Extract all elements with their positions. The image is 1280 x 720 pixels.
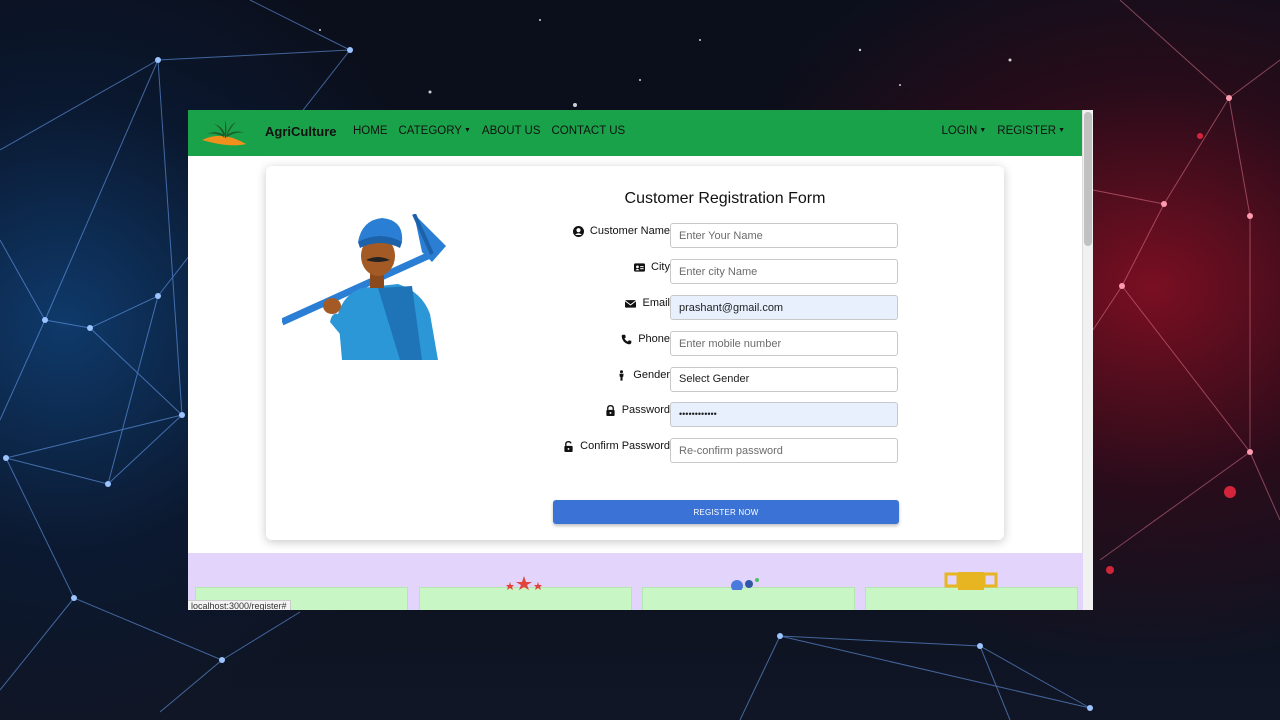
- password-label: Password: [605, 404, 670, 416]
- password-input[interactable]: ••••••••••••: [670, 402, 898, 427]
- phone-input[interactable]: [670, 331, 898, 356]
- feature-section: [188, 553, 1083, 610]
- customer-name-label: Customer Name: [572, 225, 670, 237]
- nav-category-dropdown[interactable]: CATEGORY ▼: [399, 125, 471, 137]
- browser-window: AgriCulture HOME CATEGORY ▼ ABOUT US CONT…: [188, 110, 1093, 610]
- phone-row: Phone: [554, 331, 914, 357]
- city-label: City: [634, 261, 670, 273]
- email-label: Email: [625, 297, 670, 309]
- phone-icon: [621, 334, 632, 344]
- feature-card[interactable]: [419, 576, 632, 610]
- navbar: AgriCulture HOME CATEGORY ▼ ABOUT US CONT…: [188, 110, 1083, 156]
- email-input[interactable]: [670, 295, 898, 320]
- nav-links: HOME CATEGORY ▼ ABOUT US CONTACT US: [353, 125, 625, 137]
- caret-down-icon: ▼: [1058, 127, 1065, 134]
- customer-name-row: Customer Name: [554, 223, 914, 249]
- email-row: Email: [554, 295, 914, 321]
- stars-icon: [506, 576, 542, 590]
- gender-row: Gender Select Gender: [554, 367, 914, 393]
- brand-name[interactable]: AgriCulture: [265, 124, 337, 139]
- city-row: City: [554, 259, 914, 285]
- scrollbar-thumb[interactable]: [1084, 112, 1092, 246]
- feature-card[interactable]: [865, 572, 1078, 610]
- farmer-illustration: [282, 214, 446, 360]
- gender-label: Gender: [616, 369, 670, 381]
- status-bar-url: localhost:3000/register#: [188, 600, 291, 610]
- nav-register-dropdown[interactable]: REGISTER ▼: [997, 125, 1065, 137]
- gender-select[interactable]: Select Gender: [670, 367, 898, 392]
- feature-card[interactable]: [642, 578, 855, 610]
- page-scrollbar[interactable]: [1082, 110, 1093, 610]
- phone-label: Phone: [621, 333, 670, 345]
- nav-about-link[interactable]: ABOUT US: [482, 125, 541, 137]
- register-now-button[interactable]: REGISTER NOW: [553, 500, 899, 524]
- registration-card: Customer Registration Form Customer Name…: [266, 166, 1004, 540]
- nav-contact-link[interactable]: CONTACT US: [552, 125, 626, 137]
- unlock-icon: [564, 440, 573, 452]
- confirm-password-row: Confirm Password: [554, 438, 914, 464]
- lock-icon: [606, 404, 615, 416]
- user-circle-icon: [572, 225, 584, 237]
- confirm-password-label: Confirm Password: [563, 440, 670, 452]
- people-icon: [731, 578, 759, 590]
- id-card-icon: [634, 262, 646, 272]
- caret-down-icon: ▼: [463, 127, 471, 134]
- caret-down-icon: ▼: [979, 127, 987, 134]
- nav-home-link[interactable]: HOME: [353, 125, 388, 137]
- envelope-icon: [625, 299, 637, 308]
- city-input[interactable]: [670, 259, 898, 284]
- form-title: Customer Registration Form: [624, 190, 826, 207]
- confirm-password-input[interactable]: [670, 438, 898, 463]
- customer-name-input[interactable]: [670, 223, 898, 248]
- trophy-icon: [944, 572, 998, 590]
- agriculture-logo[interactable]: [200, 116, 248, 150]
- nav-login-dropdown[interactable]: LOGIN ▼: [942, 125, 987, 137]
- nav-auth-links: LOGIN ▼ REGISTER ▼: [942, 125, 1065, 137]
- password-row: Password ••••••••••••: [554, 402, 914, 428]
- person-icon: [619, 369, 624, 381]
